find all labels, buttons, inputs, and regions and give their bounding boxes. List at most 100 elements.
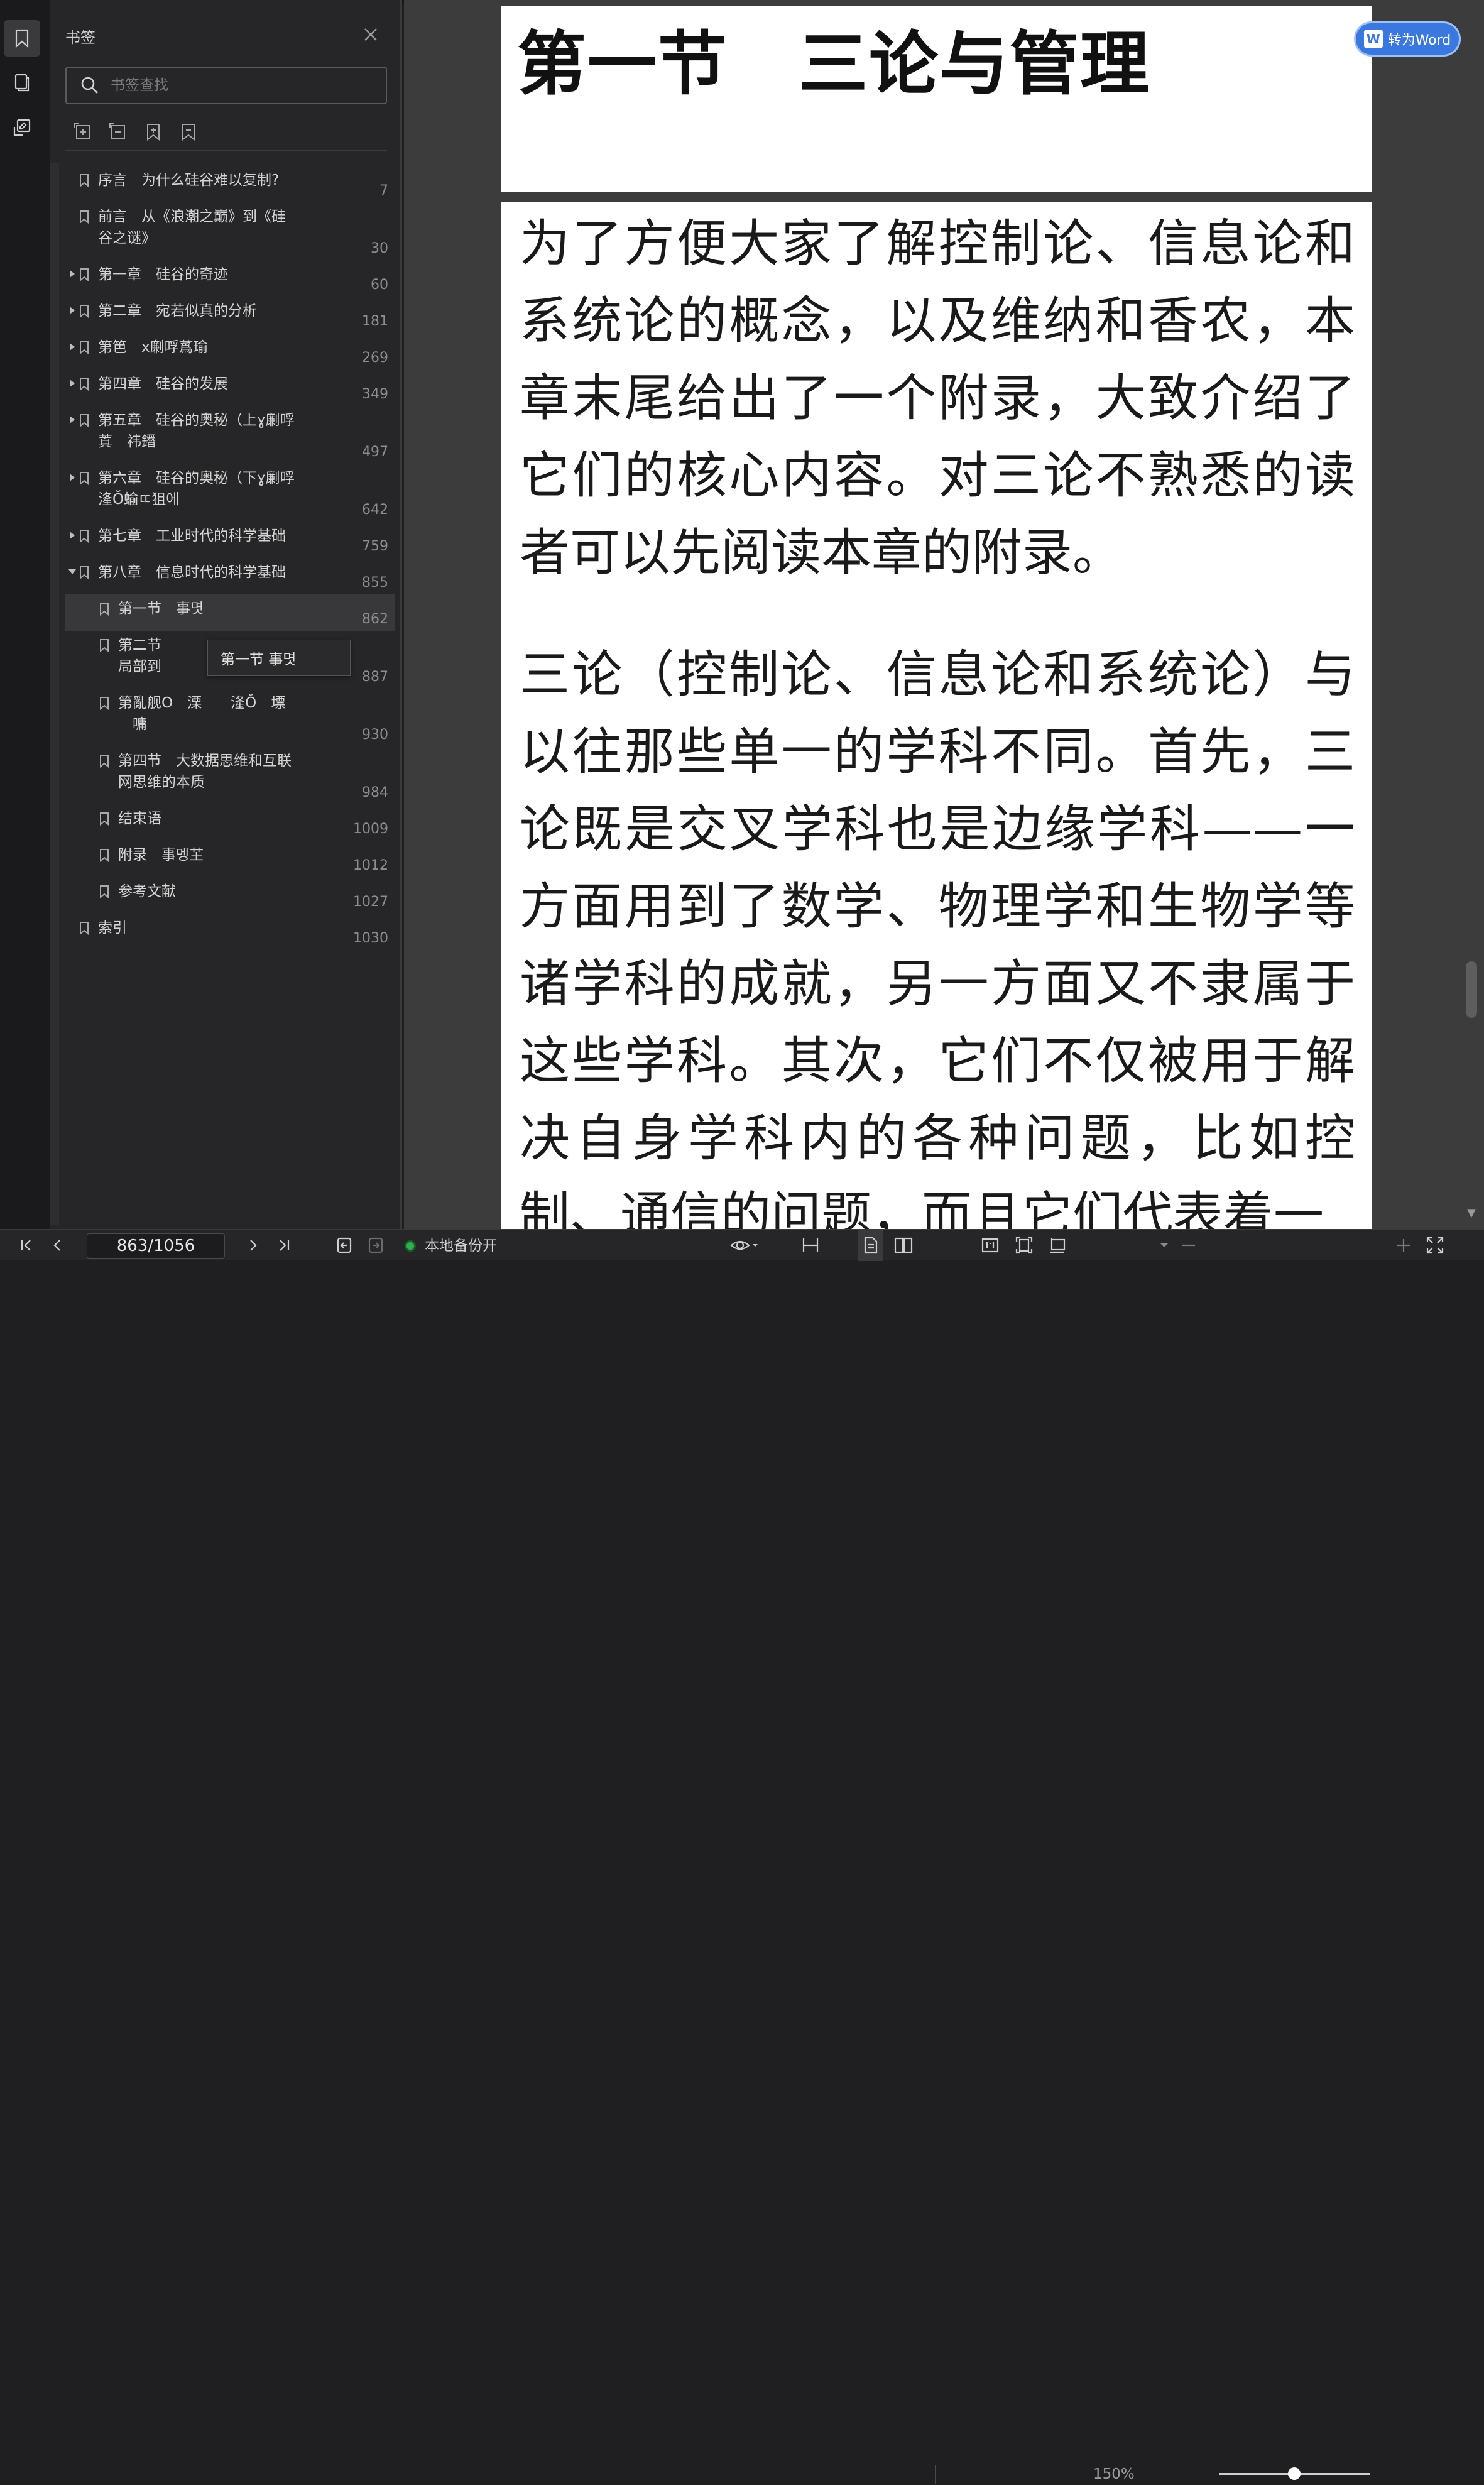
zoom-dropdown[interactable] xyxy=(1155,1230,1174,1261)
first-page-button[interactable] xyxy=(15,1230,38,1261)
dual-page-button[interactable] xyxy=(891,1230,916,1261)
paragraph-2: 三论（控制论、信息论和系统论）与以往那些单一的学科不同。首先，三论既是交叉学科也… xyxy=(520,645,1355,1229)
prev-page-button[interactable] xyxy=(46,1230,69,1261)
eye-icon xyxy=(730,1240,758,1250)
bookmark-icon xyxy=(15,29,29,48)
side-rail xyxy=(0,0,50,1229)
bookmark-item[interactable]: 第二章 宛若似真的分析 181 xyxy=(65,297,395,333)
bookmark-item[interactable]: 前言 从《浪潮之巅》到《硅 谷之谜》 30 xyxy=(65,202,395,260)
bookmark-page-number: 497 xyxy=(362,444,388,460)
annotation-icon xyxy=(13,119,31,136)
search-input[interactable] xyxy=(109,77,361,94)
expand-right-icon[interactable] xyxy=(68,378,77,388)
zoom-in-icon xyxy=(1397,1239,1410,1252)
bookmark-page-number: 30 xyxy=(371,241,388,256)
bookmark-item[interactable]: 结束语 1009 xyxy=(65,804,395,841)
bookmark-page-number: 930 xyxy=(362,727,388,743)
bookmark-icon xyxy=(79,304,89,319)
bookmark-item[interactable]: 第笆 x劆哹蔿瑜 269 xyxy=(65,333,395,369)
bookmark-item[interactable]: 第四章 硅谷的发展 349 xyxy=(65,369,395,406)
remove-bookmark-button[interactable] xyxy=(177,121,200,143)
expand-right-icon[interactable] xyxy=(68,415,77,425)
bookmark-item[interactable]: 第四节 大数据思维和互联 网思维的本质 984 xyxy=(65,746,395,804)
forward-button[interactable] xyxy=(364,1230,387,1261)
annotation-tab[interactable] xyxy=(4,109,40,146)
expand-all-icon xyxy=(74,123,90,139)
bookmark-item[interactable]: 第五章 硅谷的奥秘（上ɣ劆哹 蒖 祎鐕 497 xyxy=(65,406,395,464)
bookmark-item[interactable]: 第七章 工业时代的科学基础 759 xyxy=(65,522,395,558)
zoom-in-button[interactable] xyxy=(1392,1230,1415,1261)
collapse-all-button[interactable] xyxy=(107,121,129,143)
forward-icon xyxy=(368,1237,383,1253)
zoom-level[interactable]: 150% xyxy=(1093,2464,1135,2485)
bookmark-item[interactable]: 第八章 信息时代的科学基础 855 xyxy=(65,558,395,594)
bookmark-item[interactable]: 索引 1030 xyxy=(65,914,395,950)
bookmark-item[interactable]: 第六章 硅谷的奥秘（下ɣ劆哹 湰Ŏ蝓ㄸ狙에 642 xyxy=(65,464,395,522)
page-previous: 第一节 三论与管理 xyxy=(501,6,1372,192)
panel-scrollbar[interactable] xyxy=(50,163,59,1225)
chevron-down-icon xyxy=(1160,1243,1168,1247)
bookmark-label: 结束语 xyxy=(118,811,161,827)
backup-status-label[interactable]: 本地备份开 xyxy=(425,1235,497,1257)
vertical-scrollbar-thumb[interactable] xyxy=(1466,961,1477,1018)
bookmark-page-number: 855 xyxy=(362,575,388,591)
convert-to-word-label: 转为Word xyxy=(1387,33,1451,48)
single-page-icon xyxy=(864,1237,878,1254)
bookmark-icon xyxy=(79,173,89,188)
close-panel-button[interactable] xyxy=(361,25,380,44)
next-page-button[interactable] xyxy=(241,1230,264,1261)
add-bookmark-button[interactable] xyxy=(142,121,165,143)
zoom-slider-handle[interactable] xyxy=(1288,2467,1301,2480)
expand-all-button[interactable] xyxy=(72,121,94,143)
first-page-icon xyxy=(21,1240,31,1251)
bookmark-icon xyxy=(99,696,109,711)
bookmark-tab[interactable] xyxy=(4,20,40,57)
expand-right-icon[interactable] xyxy=(68,530,77,540)
eye-mode-button[interactable] xyxy=(726,1230,761,1261)
expand-right-icon[interactable] xyxy=(68,472,77,483)
fullscreen-button[interactable] xyxy=(1422,1230,1448,1261)
bookmark-icon xyxy=(99,812,109,826)
bookmark-item[interactable]: 参考文献 1027 xyxy=(65,877,395,914)
expand-right-icon[interactable] xyxy=(68,269,77,279)
bookmark-label: 序言 为什么硅谷难以复制? xyxy=(98,172,280,188)
backup-status-icon xyxy=(405,1240,416,1252)
expand-right-icon[interactable] xyxy=(68,342,77,352)
bookmark-label: 附录 事멩芏 xyxy=(118,847,204,863)
scroll-down-arrow-icon[interactable]: ▼ xyxy=(1467,1206,1476,1220)
bookmark-item[interactable]: 第一章 硅谷的奇迹 60 xyxy=(65,260,395,297)
bookmark-page-number: 60 xyxy=(371,277,388,293)
bookmark-page-number: 759 xyxy=(362,538,388,554)
bookmark-page-number: 349 xyxy=(362,386,388,402)
actual-size-button[interactable] xyxy=(978,1230,1003,1261)
prev-page-icon xyxy=(53,1240,60,1251)
bookmark-item[interactable]: 第一节 事몃 862 xyxy=(65,594,395,631)
zoom-out-button[interactable] xyxy=(1177,1230,1200,1261)
word-icon: W xyxy=(1363,30,1383,48)
bookmark-page-number: 1027 xyxy=(353,894,388,910)
bookmark-item[interactable]: 附录 事멩芏 1012 xyxy=(65,841,395,877)
bookmark-label: 索引 xyxy=(98,920,127,936)
rotate-button[interactable] xyxy=(1045,1230,1071,1261)
bookmark-page-number: 642 xyxy=(362,502,388,518)
bookmark-item[interactable]: 第亂舰O 溧 湰Ŏ 墂 嘃 930 xyxy=(65,689,395,746)
bookmark-item[interactable]: 序言 为什么硅谷难以复制? 7 xyxy=(65,166,395,202)
last-page-button[interactable] xyxy=(273,1230,295,1261)
document-viewer: 第一节 三论与管理 为了方便大家了解控制论、信息论和系统论的概念，以及维纳和香农… xyxy=(404,0,1484,1229)
zoom-out-icon xyxy=(1182,1244,1195,1247)
bookmark-icon xyxy=(79,377,89,391)
pages-tab[interactable] xyxy=(4,64,40,101)
fit-page-button[interactable] xyxy=(1012,1230,1037,1261)
back-button[interactable] xyxy=(333,1230,356,1261)
bookmark-label: 前言 从《浪潮之巅》到《硅 谷之谜》 xyxy=(98,209,286,246)
pages-icon xyxy=(14,74,30,92)
bookmark-label: 第一章 硅谷的奇迹 xyxy=(98,266,228,283)
expand-down-icon[interactable] xyxy=(68,567,77,577)
page-current: 为了方便大家了解控制论、信息论和系统论的概念，以及维纳和香农，本章末尾给出了一个… xyxy=(501,202,1372,1229)
continuous-scroll-button[interactable] xyxy=(798,1230,823,1261)
bookmark-search[interactable] xyxy=(65,67,387,104)
expand-right-icon[interactable] xyxy=(68,305,77,315)
convert-to-word-button[interactable]: W 转为Word xyxy=(1354,21,1461,57)
page-number-input[interactable] xyxy=(87,1233,225,1259)
single-page-button[interactable] xyxy=(858,1230,883,1261)
